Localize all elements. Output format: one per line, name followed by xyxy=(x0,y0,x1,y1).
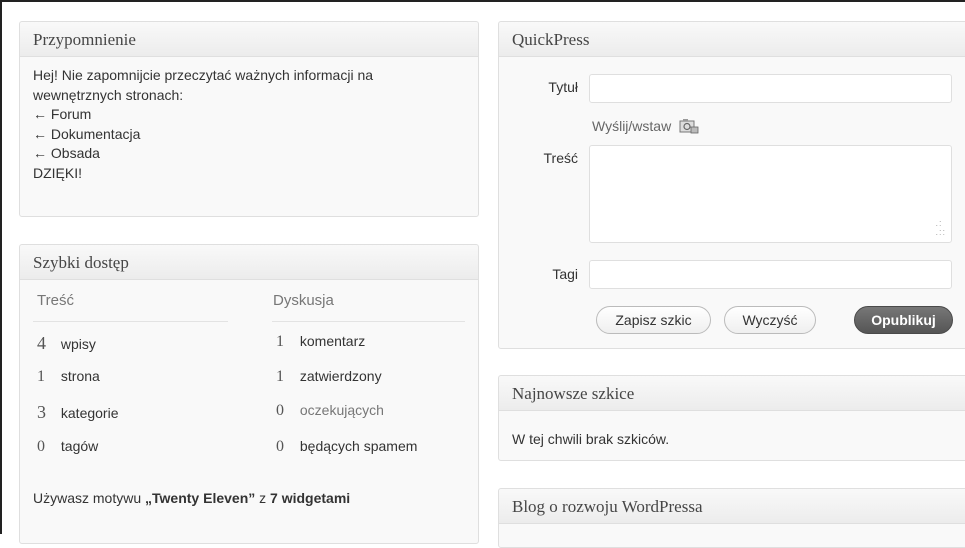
reminder-title: Przypomnienie xyxy=(20,22,478,57)
reminder-body: Hej! Nie zapomnijcie przeczytać ważnych … xyxy=(20,57,478,192)
content-textarea[interactable]: .:.:: xyxy=(589,145,952,243)
label: strona xyxy=(60,368,100,384)
tags-label: Tagi xyxy=(552,266,578,282)
content-row-tags[interactable]: 0 tagów xyxy=(37,438,98,456)
count: 3 xyxy=(37,402,46,422)
reminder-line: wewnętrznych stronach: xyxy=(33,86,184,103)
label: komentarz xyxy=(299,333,366,349)
quick-access-title: Szybki dostęp xyxy=(20,245,478,280)
label: zatwierdzony xyxy=(299,368,382,384)
tags-input[interactable] xyxy=(589,260,952,289)
label: oczekujących xyxy=(299,402,384,418)
title-label: Tytuł xyxy=(548,79,578,95)
publish-button[interactable]: Opublikuj xyxy=(854,306,953,334)
reminder-line: DZIĘKI! xyxy=(33,164,83,181)
content-row-categories[interactable]: 3 kategorie xyxy=(37,402,118,423)
discussion-column-header: Dyskusja xyxy=(273,292,334,309)
theme-prefix: Używasz motywu xyxy=(33,490,146,506)
count: 1 xyxy=(37,368,45,385)
recent-drafts-widget: Najnowsze szkice W tej chwili brak szkic… xyxy=(498,375,965,461)
media-icon[interactable] xyxy=(679,118,699,137)
save-draft-button[interactable]: Zapisz szkic xyxy=(596,306,711,334)
count: 0 xyxy=(276,402,284,419)
content-row-posts[interactable]: 4 wpisy xyxy=(37,333,96,354)
theme-middle: z xyxy=(255,490,271,506)
recent-drafts-title: Najnowsze szkice xyxy=(499,376,965,411)
wp-blog-widget: Blog o rozwoju WordPressa xyxy=(498,488,965,548)
content-divider xyxy=(33,321,228,322)
count: 0 xyxy=(276,438,284,455)
title-input[interactable] xyxy=(589,74,952,103)
discussion-row-comments[interactable]: 1 komentarz xyxy=(276,333,365,351)
widgets-link[interactable]: 7 widgetami xyxy=(270,490,350,506)
window-left-border xyxy=(0,0,2,534)
reminder-line: Hej! Nie zapomnijcie przeczytać ważnych … xyxy=(33,67,374,83)
cast-link[interactable]: ← Obsada xyxy=(33,144,465,164)
count: 1 xyxy=(276,333,284,350)
label: będących spamem xyxy=(299,438,418,454)
count: 4 xyxy=(37,333,46,353)
wp-blog-title: Blog o rozwoju WordPressa xyxy=(499,489,965,524)
recent-drafts-empty: W tej chwili brak szkiców. xyxy=(512,431,670,447)
label: kategorie xyxy=(60,405,119,421)
discussion-row-pending[interactable]: 0 oczekujących xyxy=(276,402,384,420)
theme-name-link[interactable]: „Twenty Eleven” xyxy=(145,490,255,506)
quickpress-widget: QuickPress Tytuł Wyślij/wstaw Treść .:.:… xyxy=(498,21,965,349)
discussion-row-spam[interactable]: 0 będących spamem xyxy=(276,438,417,456)
window-top-border xyxy=(0,0,965,2)
count: 0 xyxy=(37,438,45,455)
content-row-pages[interactable]: 1 strona xyxy=(37,368,100,386)
resize-grip-icon[interactable]: .:.:: xyxy=(935,219,946,237)
theme-info: Używasz motywu „Twenty Eleven” z 7 widge… xyxy=(33,490,350,506)
discussion-row-approved[interactable]: 1 zatwierdzony xyxy=(276,368,382,386)
documentation-link[interactable]: ← Dokumentacja xyxy=(33,125,465,145)
label: wpisy xyxy=(60,336,96,352)
clear-button[interactable]: Wyczyść xyxy=(724,306,816,334)
forum-link[interactable]: ← Forum xyxy=(33,105,465,125)
quick-access-widget: Szybki dostęp Treść Dyskusja 4 wpisy 1 s… xyxy=(19,244,479,544)
label: tagów xyxy=(60,438,99,454)
discussion-divider xyxy=(272,321,465,322)
reminder-widget: Przypomnienie Hej! Nie zapomnijcie przec… xyxy=(19,21,479,217)
content-column-header: Treść xyxy=(37,292,74,309)
upload-label: Wyślij/wstaw xyxy=(592,118,672,135)
quickpress-title: QuickPress xyxy=(499,22,965,57)
count: 1 xyxy=(276,368,284,385)
upload-insert[interactable]: Wyślij/wstaw xyxy=(592,118,699,137)
content-label: Treść xyxy=(543,150,578,166)
